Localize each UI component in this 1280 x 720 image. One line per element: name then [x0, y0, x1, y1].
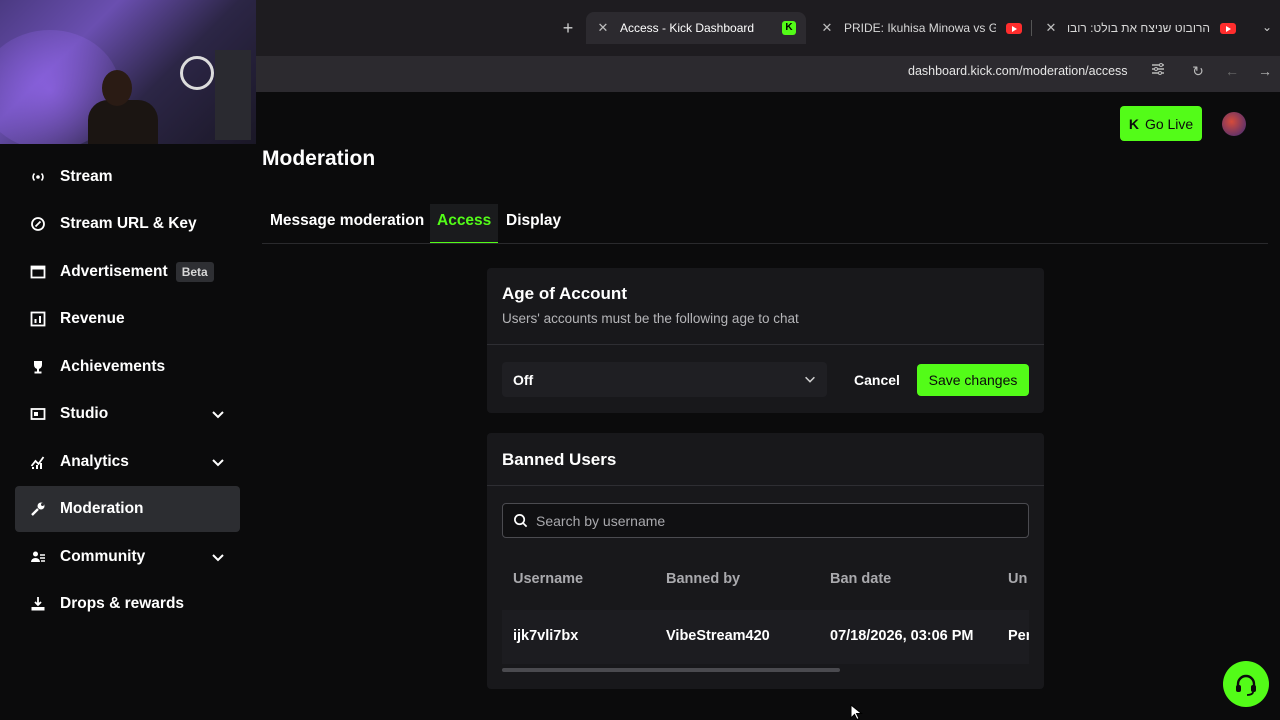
search-icon	[514, 514, 528, 528]
broadcast-icon	[29, 168, 47, 186]
search-input[interactable]	[536, 512, 1016, 529]
card-title: Banned Users	[502, 450, 617, 469]
chevron-down-icon[interactable]	[210, 406, 226, 422]
new-tab-icon[interactable]: +	[560, 18, 576, 38]
close-tab-icon[interactable]: ✕	[1044, 20, 1058, 36]
browser-tab-title: Access - Kick Dashboard	[620, 21, 755, 35]
cancel-button[interactable]: Cancel	[844, 364, 910, 396]
sidebar-item-revenue[interactable]: Revenue	[15, 296, 240, 342]
forward-icon[interactable]: ←	[1223, 62, 1241, 80]
webcam-overlay	[0, 0, 256, 144]
column-header-banned-by[interactable]: Banned by	[666, 571, 740, 587]
youtube-icon	[1006, 22, 1022, 34]
ad-icon	[29, 263, 47, 281]
chevron-down-icon	[805, 376, 815, 383]
mouse-cursor-icon	[850, 704, 863, 720]
cell-ban-date: 07/18/2026, 03:06 PM	[830, 628, 974, 644]
studio-icon	[29, 405, 47, 423]
kick-icon: K	[782, 21, 796, 35]
sidebar-item-studio[interactable]: Studio	[15, 391, 240, 437]
sidebar-item-stream[interactable]: Stream	[15, 154, 240, 200]
back-icon[interactable]: →	[1256, 62, 1274, 80]
sidebar-item-label: Community	[60, 548, 146, 565]
sidebar-item-stream-url-key[interactable]: Stream URL & Key	[15, 201, 240, 247]
card-title: Age of Account	[502, 284, 627, 303]
avatar[interactable]	[1222, 112, 1246, 136]
sidebar-item-label: Achievements	[60, 358, 166, 375]
headset-icon	[1236, 674, 1256, 696]
sidebar-item-moderation[interactable]: Moderation	[15, 486, 240, 532]
sidebar-item-drops-rewards[interactable]: Drops & rewards	[15, 581, 240, 627]
tabs-divider	[262, 243, 1268, 244]
column-header-unban[interactable]: Un	[1008, 571, 1027, 587]
tab-separator	[1031, 20, 1032, 36]
horizontal-scrollbar[interactable]	[502, 668, 840, 672]
banned-users-table: Username Banned by Ban date Un ijk7vli7b…	[502, 560, 1029, 670]
analytics-icon	[29, 453, 47, 471]
chevron-down-icon[interactable]	[210, 549, 226, 565]
support-button[interactable]	[1223, 661, 1269, 707]
youtube-icon	[1220, 22, 1236, 34]
kick-icon: K	[1128, 115, 1139, 132]
close-tab-icon[interactable]: ✕	[596, 20, 610, 36]
card-subtitle: Users' accounts must be the following ag…	[502, 311, 799, 326]
community-icon	[29, 548, 47, 566]
column-header-username[interactable]: Username	[513, 571, 583, 587]
sidebar-item-label: Drops & rewards	[60, 595, 185, 612]
sidebar-item-label: Analytics	[60, 453, 129, 470]
tab-display[interactable]: Display	[499, 204, 568, 244]
sidebar-item-achievements[interactable]: Achievements	[15, 344, 240, 390]
save-changes-button[interactable]: Save changes	[917, 364, 1029, 396]
drops-icon	[29, 595, 47, 613]
sidebar-item-advertisement[interactable]: Advertisement Beta	[15, 249, 240, 295]
bar-chart-icon	[29, 310, 47, 328]
sidebar-item-analytics[interactable]: Analytics	[15, 439, 240, 485]
link-icon	[29, 215, 47, 233]
cell-username: ijk7vli7bx	[513, 628, 579, 644]
cell-banned-by: VibeStream420	[666, 628, 770, 644]
page-title: Moderation	[262, 147, 376, 170]
sidebar-item-label: Advertisement	[60, 263, 168, 280]
wrench-icon	[29, 500, 47, 518]
search-field[interactable]	[502, 503, 1029, 538]
site-settings-icon[interactable]	[1149, 62, 1167, 80]
browser-tab-kick[interactable]: ✕ Access - Kick Dashboard K	[586, 12, 806, 44]
browser-tab-title: PRIDE: Ikuhisa Minowa vs Giant	[844, 21, 996, 35]
card-divider	[487, 485, 1044, 486]
column-header-ban-date[interactable]: Ban date	[830, 571, 891, 587]
sidebar-item-label: Stream	[60, 168, 113, 185]
close-tab-icon[interactable]: ✕	[820, 20, 834, 36]
url-text[interactable]: dashboard.kick.com/moderation/access	[908, 62, 1128, 80]
tab-access[interactable]: Access	[430, 204, 499, 244]
cell-unban: Per	[1008, 628, 1029, 644]
tab-message-moderation[interactable]: Message moderation	[263, 204, 431, 244]
browser-tab-youtube-2[interactable]: ✕ הרובוט שניצח את בולט: רובוט ס	[1034, 12, 1246, 44]
tab-list-chevron-icon[interactable]: ⌄	[1260, 20, 1274, 34]
chevron-down-icon[interactable]	[210, 454, 226, 470]
browser-tab-title: הרובוט שניצח את בולט: רובוט ס	[1068, 21, 1210, 35]
trophy-icon	[29, 358, 47, 376]
sidebar-item-label: Revenue	[60, 310, 125, 327]
sidebar-item-label: Studio	[60, 405, 109, 422]
select-value: Off	[513, 371, 534, 388]
go-live-button[interactable]: K Go Live	[1120, 106, 1202, 141]
go-live-label: Go Live	[1144, 115, 1194, 132]
sidebar-item-label: Moderation	[60, 500, 144, 517]
account-age-select[interactable]: Off	[502, 362, 827, 397]
card-divider	[487, 344, 1044, 345]
sidebar: Stream Stream URL & Key Advertisement Be…	[0, 144, 256, 720]
beta-badge: Beta	[175, 262, 214, 282]
sidebar-item-label: Stream URL & Key	[60, 215, 197, 232]
browser-tab-youtube-1[interactable]: ✕ PRIDE: Ikuhisa Minowa vs Giant	[810, 12, 1032, 44]
sidebar-item-community[interactable]: Community	[15, 534, 240, 580]
reload-icon[interactable]: ↻	[1189, 62, 1207, 80]
